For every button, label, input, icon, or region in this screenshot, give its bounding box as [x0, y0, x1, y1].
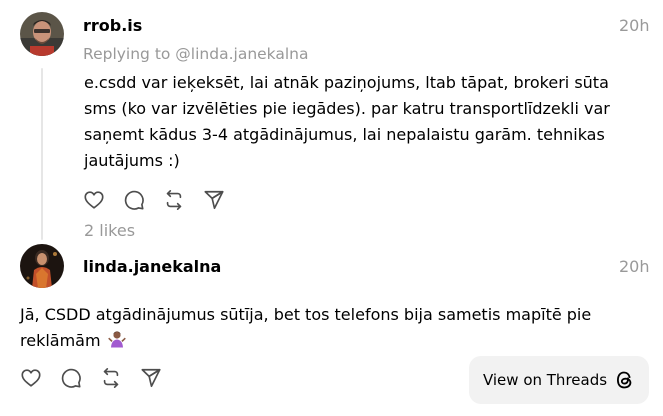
- replying-to-label[interactable]: Replying to @linda.janekalna: [83, 44, 309, 64]
- avatar-linda-janekalna[interactable]: [20, 244, 64, 288]
- comment-bubble-icon: [124, 190, 144, 210]
- repost-button[interactable]: [163, 188, 203, 212]
- timestamp: 20h: [619, 257, 650, 276]
- post-text: e.csdd var ieķeksēt, lai atnāk paziņojum…: [84, 73, 610, 170]
- threads-logo-icon: [617, 371, 632, 389]
- comment-bubble-icon: [61, 368, 81, 388]
- avatar-rrob-is[interactable]: [20, 12, 64, 56]
- likes-count[interactable]: 2 likes: [84, 221, 135, 241]
- share-button[interactable]: [203, 188, 243, 212]
- repost-icon: [166, 190, 182, 210]
- username[interactable]: rrob.is: [83, 16, 142, 36]
- post-actions: [83, 188, 243, 212]
- username[interactable]: linda.janekalna: [83, 257, 221, 277]
- comment-button[interactable]: [60, 366, 100, 390]
- thread-connector-line: [41, 68, 43, 240]
- woman-shrugging-emoji-icon: [107, 329, 127, 357]
- like-button[interactable]: [83, 188, 123, 212]
- send-icon: [141, 368, 161, 388]
- repost-icon: [103, 368, 119, 388]
- share-button[interactable]: [140, 366, 180, 390]
- comment-button[interactable]: [123, 188, 163, 212]
- view-on-threads-label: View on Threads: [482, 371, 608, 389]
- post-actions: [20, 366, 180, 390]
- timestamp: 20h: [619, 16, 650, 35]
- heart-icon: [21, 369, 41, 387]
- send-icon: [204, 190, 224, 210]
- post-text: Jā, CSDD atgādinājumus sūtīja, bet tos t…: [20, 302, 591, 357]
- repost-button[interactable]: [100, 366, 140, 390]
- like-button[interactable]: [20, 366, 60, 390]
- heart-icon: [84, 191, 104, 209]
- view-on-threads-button[interactable]: View on Threads: [469, 356, 649, 404]
